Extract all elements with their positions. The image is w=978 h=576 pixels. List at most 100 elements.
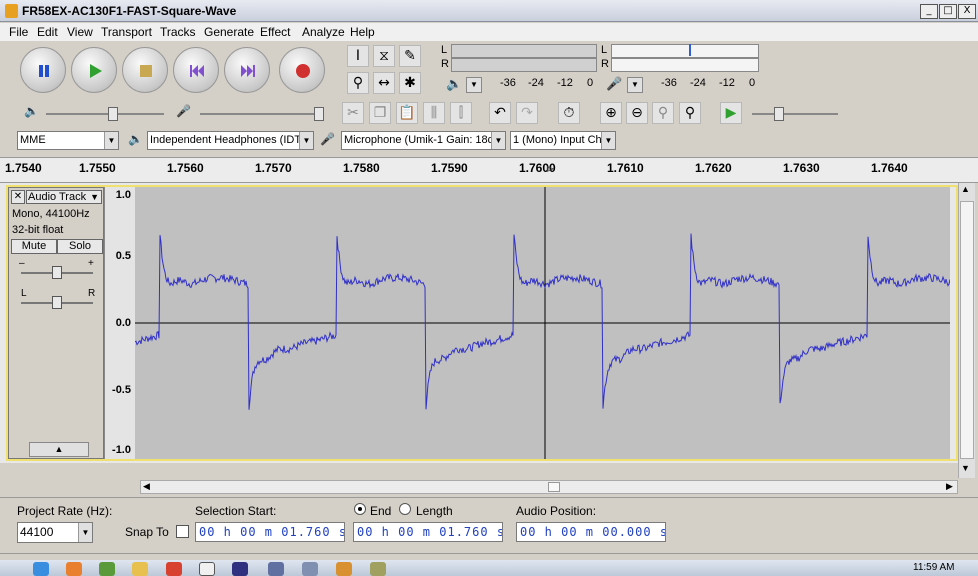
record-meter-dropdown[interactable]: ▼: [627, 77, 643, 93]
selection-start-label: Selection Start:: [195, 504, 277, 518]
skip-to-start-button[interactable]: [173, 47, 219, 93]
input-device-select[interactable]: Microphone (Umik-1 Gain: 18d ▼: [341, 131, 506, 150]
pause-button[interactable]: [20, 47, 66, 93]
play-speed-slider[interactable]: [752, 113, 838, 115]
time-shift-tool[interactable]: ↔: [373, 72, 395, 94]
audio-host-select[interactable]: MME ▼: [17, 131, 119, 150]
playback-meter-left[interactable]: [451, 44, 597, 58]
output-volume-slider[interactable]: [46, 113, 164, 115]
input-volume-thumb[interactable]: [314, 107, 324, 121]
trim-button[interactable]: ⫼: [423, 102, 445, 124]
project-rate-select[interactable]: 44100 ▼: [17, 522, 93, 543]
app-icon[interactable]: [302, 562, 318, 576]
silence-button[interactable]: ⫿: [450, 102, 472, 124]
menu-edit[interactable]: Edit: [37, 25, 58, 39]
copy-icon: ❐: [373, 105, 387, 121]
folder-icon[interactable]: [132, 562, 148, 576]
menu-transport[interactable]: Transport: [101, 25, 152, 39]
close-icon: ✕: [13, 191, 23, 202]
horizontal-scroll-thumb[interactable]: [548, 482, 560, 492]
audio-position-time[interactable]: 00 h 00 m 00.000 s: [516, 522, 666, 542]
audacity-icon[interactable]: [199, 562, 215, 576]
play-at-speed-button[interactable]: ▶: [720, 102, 742, 124]
chrome-icon[interactable]: [166, 562, 182, 576]
y-axis-label: 0.0: [115, 317, 131, 329]
cut-button[interactable]: ✂: [342, 102, 364, 124]
playback-tick: 0: [587, 77, 594, 89]
input-volume-slider[interactable]: [200, 113, 322, 115]
selection-end-time[interactable]: 00 h 00 m 01.760 s: [353, 522, 503, 542]
copy-button[interactable]: ❐: [369, 102, 391, 124]
menu-help[interactable]: Help: [350, 25, 375, 39]
zoom-out-button[interactable]: ⊖: [626, 102, 648, 124]
multi-tool[interactable]: ✱: [399, 72, 421, 94]
output-device-select[interactable]: Independent Headphones (IDT ▼: [147, 131, 314, 150]
menu-view[interactable]: View: [67, 25, 93, 39]
selection-tool[interactable]: I: [347, 45, 369, 67]
snap-to-checkbox[interactable]: [176, 525, 189, 538]
app-icon[interactable]: [370, 562, 386, 576]
undo-button[interactable]: ↶: [489, 102, 511, 124]
sync-lock-button[interactable]: ⏱: [558, 102, 580, 124]
fit-selection-button[interactable]: ⚲: [652, 102, 674, 124]
end-radio[interactable]: [354, 503, 366, 515]
record-button[interactable]: [279, 47, 325, 93]
maximize-button[interactable]: □: [939, 4, 957, 19]
paste-button[interactable]: 📋: [396, 102, 418, 124]
minimize-button[interactable]: _: [920, 4, 938, 19]
solo-button[interactable]: Solo: [57, 239, 103, 254]
app-icon[interactable]: [99, 562, 115, 576]
vertical-scroll-thumb[interactable]: [960, 201, 974, 459]
mute-button[interactable]: Mute: [11, 239, 57, 254]
media-player-icon[interactable]: [66, 562, 82, 576]
vertical-scrollbar[interactable]: ▲ ▼: [958, 183, 975, 478]
waveform-display[interactable]: [135, 187, 950, 459]
menu-tracks[interactable]: Tracks: [160, 25, 196, 39]
playback-meter-dropdown[interactable]: ▼: [466, 77, 482, 93]
ie-icon[interactable]: [33, 562, 49, 576]
track-close-button[interactable]: ✕: [11, 190, 25, 204]
magnifier-icon: ⚲: [352, 75, 364, 91]
input-channels-select[interactable]: 1 (Mono) Input Ch ▼: [510, 131, 616, 150]
menu-file[interactable]: File: [9, 25, 28, 39]
app-icon[interactable]: [336, 562, 352, 576]
record-meter-left[interactable]: [611, 44, 759, 58]
skip-end-icon: [240, 63, 256, 79]
menu-effect[interactable]: Effect: [260, 25, 290, 39]
pan-thumb[interactable]: [52, 296, 62, 309]
record-meter-peak: [689, 44, 691, 56]
scroll-left-icon[interactable]: ◀: [143, 481, 150, 492]
scroll-up-icon[interactable]: ▲: [961, 184, 970, 194]
playhead-marker[interactable]: ⊳: [546, 164, 554, 175]
collapse-track-button[interactable]: ▲: [29, 442, 89, 457]
play-icon: ▶: [725, 105, 737, 121]
app-icon[interactable]: [232, 562, 248, 576]
menu-generate[interactable]: Generate: [204, 25, 254, 39]
menu-analyze[interactable]: Analyze: [302, 25, 345, 39]
zoom-in-button[interactable]: ⊕: [600, 102, 622, 124]
length-radio[interactable]: [399, 503, 411, 515]
track-name-menu[interactable]: Audio Track ▼: [26, 190, 102, 204]
stop-button[interactable]: [122, 47, 168, 93]
playback-meter-right[interactable]: [451, 58, 597, 72]
scroll-down-icon[interactable]: ▼: [961, 463, 970, 473]
play-button[interactable]: [71, 47, 117, 93]
timeline-ruler[interactable]: 1.7540 1.7550 1.7560 1.7570 1.7580 1.759…: [0, 157, 978, 183]
play-speed-thumb[interactable]: [774, 107, 784, 121]
fit-project-button[interactable]: ⚲: [679, 102, 701, 124]
app-icon[interactable]: [268, 562, 284, 576]
record-icon: [295, 63, 311, 79]
draw-tool[interactable]: ✎: [399, 45, 421, 67]
output-volume-thumb[interactable]: [108, 107, 118, 121]
record-meter-right[interactable]: [611, 58, 759, 72]
skip-to-end-button[interactable]: [224, 47, 270, 93]
redo-button[interactable]: ↷: [516, 102, 538, 124]
horizontal-scrollbar[interactable]: ◀ ▶: [140, 480, 958, 494]
y-axis-label: 0.5: [115, 250, 131, 262]
close-button[interactable]: X: [958, 4, 976, 19]
envelope-tool[interactable]: ⧖: [373, 45, 395, 67]
scroll-right-icon[interactable]: ▶: [946, 481, 953, 492]
gain-thumb[interactable]: [52, 266, 62, 279]
selection-start-time[interactable]: 00 h 00 m 01.760 s: [195, 522, 345, 542]
zoom-tool[interactable]: ⚲: [347, 72, 369, 94]
